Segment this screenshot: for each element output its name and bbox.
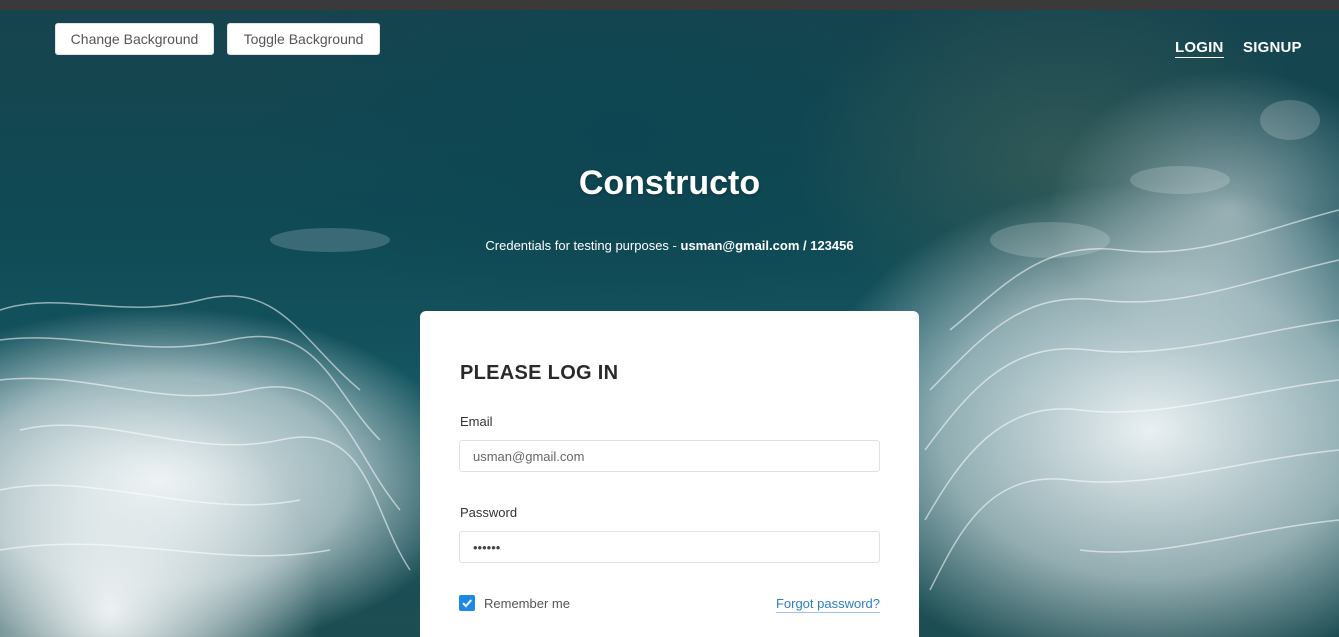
forgot-password-link[interactable]: Forgot password? bbox=[775, 596, 880, 613]
remember-me-label[interactable]: Remember me bbox=[484, 596, 570, 611]
email-field[interactable] bbox=[459, 440, 880, 472]
change-background-button[interactable]: Change Background bbox=[55, 23, 214, 55]
email-label: Email bbox=[460, 414, 493, 429]
login-card-title: PLEASE LOG IN bbox=[460, 362, 619, 384]
check-icon bbox=[462, 599, 472, 608]
toggle-background-button[interactable]: Toggle Background bbox=[227, 23, 380, 55]
test-credentials-text: Credentials for testing purposes - usman… bbox=[0, 238, 1339, 253]
nav-signup-link[interactable]: SIGNUP bbox=[1243, 39, 1302, 56]
remember-me-checkbox[interactable] bbox=[459, 595, 475, 611]
credentials-value: usman@gmail.com / 123456 bbox=[680, 238, 854, 253]
login-card: PLEASE LOG IN Email Password Remember me… bbox=[420, 311, 919, 637]
window-top-bar bbox=[0, 0, 1339, 10]
password-field[interactable] bbox=[459, 531, 880, 563]
credentials-prefix: Credentials for testing purposes - bbox=[485, 238, 681, 253]
nav-login-link[interactable]: LOGIN bbox=[1175, 39, 1224, 58]
brand-title: Constructo bbox=[578, 164, 761, 202]
password-label: Password bbox=[460, 505, 518, 520]
